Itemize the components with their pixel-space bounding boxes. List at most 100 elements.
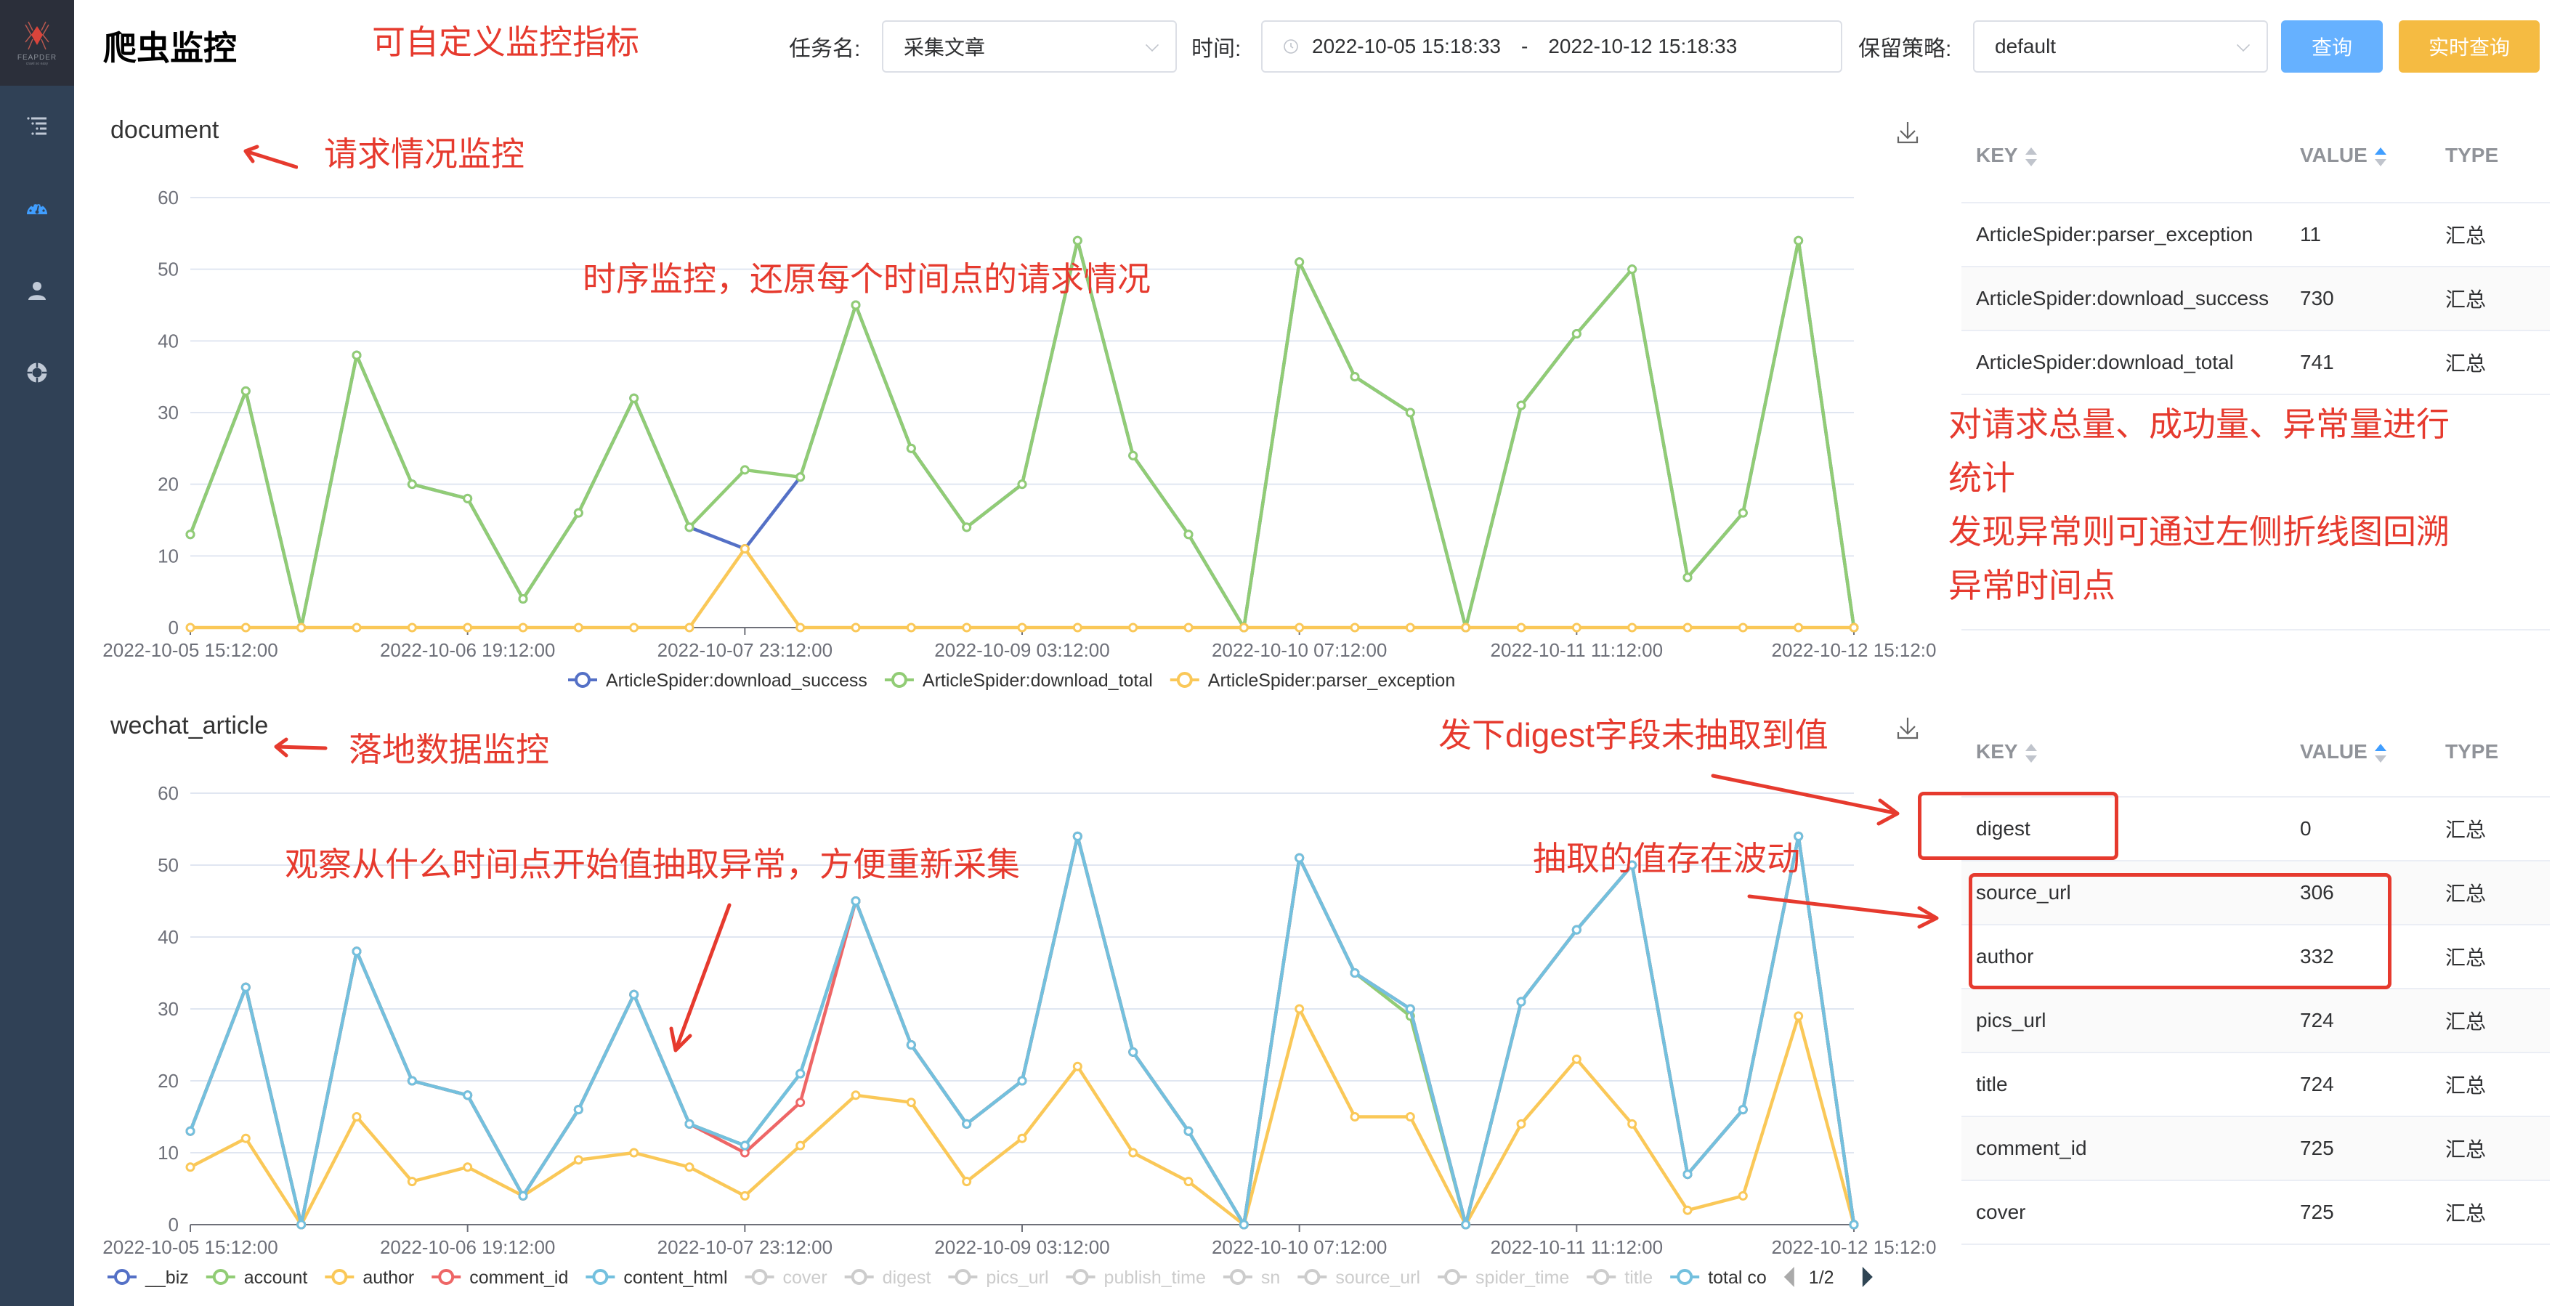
legend-item[interactable]: title bbox=[1587, 1268, 1653, 1288]
x-tick-label: 2022-10-07 23:12:00 bbox=[657, 1236, 833, 1258]
series-content-html bbox=[185, 831, 1859, 1230]
annotation-arrow bbox=[1747, 894, 1939, 929]
data-point bbox=[1128, 1148, 1138, 1158]
legend-item[interactable]: ArticleSpider:download_total bbox=[884, 670, 1153, 691]
column-key[interactable]: KEY bbox=[1961, 144, 2300, 167]
data-point bbox=[684, 1119, 694, 1129]
cell-key: title bbox=[1976, 1073, 2008, 1095]
legend-item[interactable]: content_html bbox=[586, 1268, 728, 1288]
cell-value: 0 bbox=[2300, 817, 2312, 840]
x-tick-label: 2022-10-12 15:12:0 bbox=[1772, 1236, 1937, 1258]
cell-key: cover bbox=[1976, 1201, 2026, 1223]
table-body: ArticleSpider:parser_exception 11 汇总 Articl… bbox=[1961, 203, 2550, 395]
legend-prev-page-icon[interactable] bbox=[1783, 1267, 1794, 1287]
data-point bbox=[1571, 1054, 1581, 1064]
legend-marker-icon bbox=[891, 672, 907, 688]
legend-item[interactable]: spider_time bbox=[1438, 1268, 1569, 1288]
data-point bbox=[1183, 1126, 1194, 1136]
column-key[interactable]: KEY bbox=[1961, 740, 2300, 763]
column-type: TYPE bbox=[2445, 144, 2499, 166]
clock-icon bbox=[1284, 39, 1298, 54]
time-range-picker[interactable]: 2022-10-05 15:18:33 - 2022-10-12 15:18:3… bbox=[1261, 20, 1842, 73]
data-point bbox=[795, 1098, 806, 1108]
data-point bbox=[1017, 1076, 1027, 1086]
retention-label: 保留策略: bbox=[1858, 37, 1952, 61]
table-row[interactable]: ArticleSpider:parser_exception 11 汇总 bbox=[1961, 203, 2550, 267]
column-value[interactable]: VALUE bbox=[2300, 144, 2445, 167]
cell-type: 汇总 bbox=[2445, 1074, 2487, 1097]
legend-item[interactable]: cover bbox=[745, 1268, 827, 1288]
legend-item[interactable]: ArticleSpider:parser_exception bbox=[1170, 670, 1455, 691]
legend-item[interactable]: pics_url bbox=[948, 1268, 1049, 1288]
data-point bbox=[1128, 1047, 1138, 1057]
legend-item[interactable]: source_url bbox=[1297, 1268, 1420, 1288]
y-tick-label: 60 bbox=[158, 782, 179, 804]
sort-asc-icon[interactable] bbox=[2374, 743, 2386, 763]
sort-icon[interactable] bbox=[2025, 743, 2037, 763]
sort-asc-icon[interactable] bbox=[2374, 147, 2386, 166]
data-point bbox=[1738, 622, 1748, 633]
data-point bbox=[1738, 1191, 1748, 1201]
data-point bbox=[1295, 622, 1305, 633]
legend-item[interactable]: sn bbox=[1223, 1268, 1280, 1288]
y-tick-label: 10 bbox=[158, 545, 179, 567]
legend-next-page-icon[interactable] bbox=[1862, 1267, 1873, 1287]
data-point bbox=[1571, 622, 1581, 633]
cell-value: 725 bbox=[2300, 1201, 2334, 1223]
data-point bbox=[1017, 622, 1027, 633]
annotation-custom-metrics: 可自定义监控指标 bbox=[372, 23, 639, 61]
data-point bbox=[851, 896, 861, 906]
data-point bbox=[629, 1148, 639, 1158]
legend-item[interactable]: account bbox=[206, 1268, 308, 1288]
cell-value: 11 bbox=[2300, 223, 2322, 246]
legend-item[interactable]: author bbox=[325, 1268, 414, 1288]
table-row[interactable]: title 724 汇总 bbox=[1961, 1053, 2550, 1117]
legend-item[interactable]: ArticleSpider:download_success bbox=[568, 670, 867, 691]
x-tick-label: 2022-10-05 15:12:00 bbox=[102, 639, 278, 661]
legend-marker-icon bbox=[1593, 1269, 1610, 1285]
legend-label: ArticleSpider:parser_exception bbox=[1208, 670, 1455, 691]
data-point bbox=[1682, 572, 1693, 583]
data-point bbox=[1350, 1112, 1360, 1122]
legend-item[interactable]: __biz bbox=[108, 1268, 189, 1288]
query-button[interactable]: 查询 bbox=[2281, 20, 2383, 73]
legend-marker-icon bbox=[1444, 1269, 1461, 1285]
realtime-query-button[interactable]: 实时查询 bbox=[2399, 20, 2540, 73]
table-row[interactable]: ArticleSpider:download_total 741 汇总 bbox=[1961, 331, 2550, 395]
data-point bbox=[1405, 622, 1415, 633]
legend-marker-icon bbox=[212, 1269, 229, 1285]
legend-label: __biz bbox=[145, 1268, 189, 1288]
data-point bbox=[518, 594, 528, 604]
table-row[interactable]: pics_url 724 汇总 bbox=[1961, 989, 2550, 1053]
time-range-separator: - bbox=[1521, 35, 1528, 57]
legend-item[interactable]: publish_time bbox=[1066, 1268, 1206, 1288]
annotation-stats-line4: 异常时间点 bbox=[1948, 567, 2115, 604]
sidebar-item-help[interactable] bbox=[0, 351, 74, 394]
x-tick-label: 2022-10-07 23:12:00 bbox=[657, 639, 833, 661]
data-point bbox=[962, 1177, 972, 1187]
sidebar-item-monitor[interactable] bbox=[0, 186, 74, 230]
app-logo[interactable]: FEAPDER crawl so easy bbox=[0, 0, 74, 86]
legend-item[interactable]: total co bbox=[1670, 1268, 1767, 1288]
sidebar-item-tasks[interactable] bbox=[0, 104, 74, 147]
sort-icon[interactable] bbox=[2025, 147, 2037, 166]
sidebar-item-users[interactable] bbox=[0, 269, 74, 312]
data-point bbox=[1794, 1011, 1804, 1021]
data-point bbox=[1627, 1119, 1637, 1129]
download-icon[interactable] bbox=[1895, 119, 1921, 145]
legend-item[interactable]: digest bbox=[844, 1268, 931, 1288]
task-select[interactable]: 采集文章 bbox=[882, 20, 1177, 73]
annotation-stats-line2: 统计 bbox=[1948, 459, 2015, 497]
column-value[interactable]: VALUE bbox=[2300, 740, 2445, 763]
table-row[interactable]: ArticleSpider:download_success 730 汇总 bbox=[1961, 267, 2550, 331]
download-icon[interactable] bbox=[1895, 715, 1921, 741]
table-row[interactable]: cover 725 汇总 bbox=[1961, 1181, 2550, 1245]
y-tick-label: 50 bbox=[158, 259, 179, 280]
time-start-input[interactable]: 2022-10-05 15:18:33 bbox=[1312, 35, 1501, 58]
table-row[interactable]: comment_id 725 汇总 bbox=[1961, 1117, 2550, 1181]
legend-item[interactable]: comment_id bbox=[432, 1268, 568, 1288]
data-point bbox=[1405, 407, 1415, 418]
retention-select[interactable]: default bbox=[1973, 20, 2268, 73]
data-point bbox=[1682, 1169, 1693, 1180]
time-end-input[interactable]: 2022-10-12 15:18:33 bbox=[1548, 35, 1737, 58]
